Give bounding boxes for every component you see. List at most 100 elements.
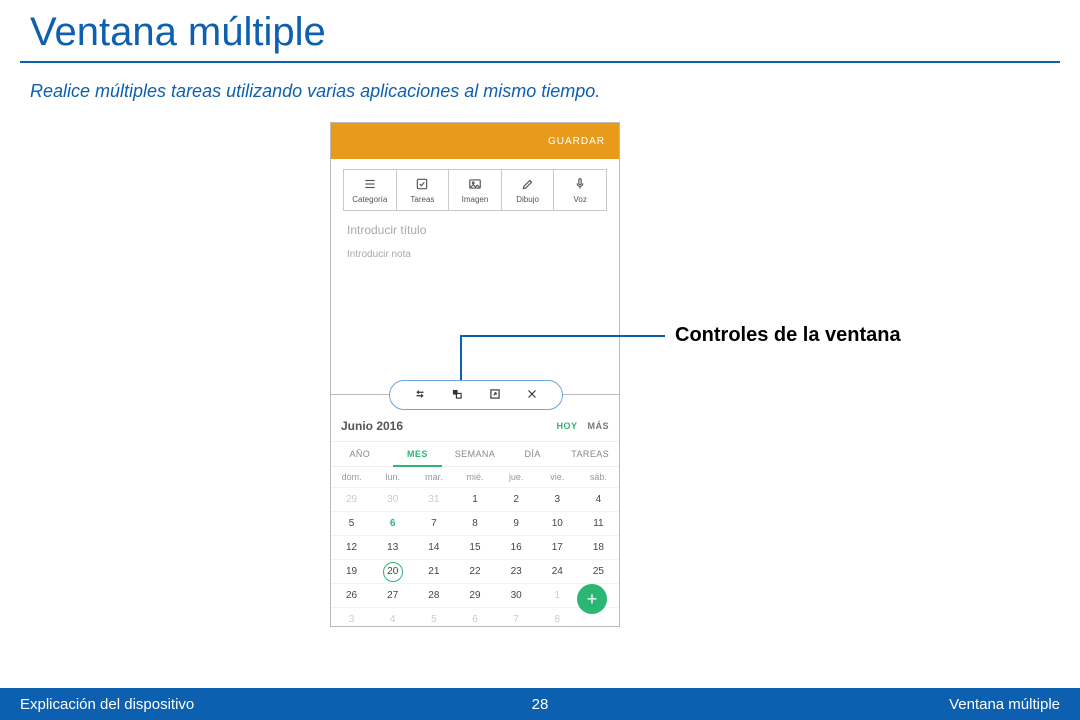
- calendar-app: Junio 2016 HOY MÁS AÑOMESSEMANADÍATAREAS…: [331, 411, 619, 626]
- footer-section: Explicación del dispositivo: [20, 696, 194, 713]
- calendar-day[interactable]: 13: [372, 536, 413, 559]
- dow-label: sáb.: [578, 467, 619, 487]
- calendar-tab[interactable]: AÑO: [331, 442, 389, 466]
- tool-tasks[interactable]: Tareas: [397, 170, 450, 210]
- list-icon: [363, 177, 377, 193]
- calendar-day[interactable]: 23: [496, 560, 537, 583]
- calendar-day[interactable]: 4: [578, 488, 619, 511]
- tool-drawing[interactable]: Dibujo: [502, 170, 555, 210]
- calendar-day[interactable]: 10: [537, 512, 578, 535]
- tool-image[interactable]: Imagen: [449, 170, 502, 210]
- dow-label: lun.: [372, 467, 413, 487]
- calendar-day[interactable]: 6: [372, 512, 413, 535]
- divider-line: [331, 394, 389, 395]
- calendar-day[interactable]: 11: [578, 512, 619, 535]
- notes-toolbar: Categoría Tareas Imagen: [343, 169, 607, 211]
- note-title-field[interactable]: Introducir título: [331, 217, 619, 243]
- calendar-row: 262728293012: [331, 583, 619, 607]
- calendar-day[interactable]: 21: [413, 560, 454, 583]
- close-icon[interactable]: [525, 387, 539, 404]
- calendar-day[interactable]: 18: [578, 536, 619, 559]
- calendar-day: 31: [413, 488, 454, 511]
- calendar-day[interactable]: 24: [537, 560, 578, 583]
- calendar-month-label[interactable]: Junio 2016: [341, 419, 546, 433]
- add-event-fab[interactable]: +: [577, 584, 607, 614]
- page-number: 28: [532, 696, 549, 713]
- callout-connector: [460, 335, 462, 380]
- calendar-day[interactable]: 2: [496, 488, 537, 511]
- calendar-day[interactable]: 30: [496, 584, 537, 607]
- calendar-day: 30: [372, 488, 413, 511]
- calendar-day[interactable]: 22: [454, 560, 495, 583]
- calendar-day[interactable]: 12: [331, 536, 372, 559]
- calendar-day[interactable]: 20: [372, 560, 413, 583]
- calendar-row: 12131415161718: [331, 535, 619, 559]
- note-body-field[interactable]: Introducir nota: [331, 243, 619, 266]
- save-button[interactable]: GUARDAR: [548, 136, 605, 147]
- calendar-day[interactable]: 15: [454, 536, 495, 559]
- tool-category[interactable]: Categoría: [344, 170, 397, 210]
- calendar-day[interactable]: 27: [372, 584, 413, 607]
- calendar-dow-row: dom.lun.mar.mié.jue.vie.sáb.: [331, 467, 619, 487]
- device-screenshot: GUARDAR Categoría Tareas: [330, 122, 620, 627]
- calendar-tab[interactable]: MES: [389, 442, 447, 466]
- today-button[interactable]: HOY: [556, 421, 577, 431]
- calendar-day: 29: [331, 488, 372, 511]
- calendar-day: 3: [331, 608, 372, 631]
- more-button[interactable]: MÁS: [588, 421, 610, 431]
- window-controls: [389, 380, 563, 410]
- calendar-row: 19202122232425: [331, 559, 619, 583]
- calendar-day[interactable]: 14: [413, 536, 454, 559]
- tool-label: Imagen: [462, 195, 489, 204]
- calendar-day[interactable]: 19: [331, 560, 372, 583]
- title-divider: [20, 61, 1060, 63]
- dow-label: mié.: [454, 467, 495, 487]
- dow-label: mar.: [413, 467, 454, 487]
- dow-label: vie.: [537, 467, 578, 487]
- calendar-day[interactable]: 28: [413, 584, 454, 607]
- pencil-icon: [521, 177, 535, 193]
- calendar-day[interactable]: 17: [537, 536, 578, 559]
- calendar-day: 8: [537, 608, 578, 631]
- calendar-tab[interactable]: TAREAS: [561, 442, 619, 466]
- calendar-day: 1: [537, 584, 578, 607]
- calendar-day: 4: [372, 608, 413, 631]
- window-handle[interactable]: [331, 380, 619, 410]
- calendar-day[interactable]: 25: [578, 560, 619, 583]
- calendar-view-tabs: AÑOMESSEMANADÍATAREAS: [331, 441, 619, 467]
- calendar-day[interactable]: 1: [454, 488, 495, 511]
- calendar-day: 6: [454, 608, 495, 631]
- calendar-day[interactable]: 16: [496, 536, 537, 559]
- calendar-row: 2930311234: [331, 487, 619, 511]
- calendar-tab[interactable]: SEMANA: [446, 442, 504, 466]
- swap-icon[interactable]: [413, 387, 427, 404]
- divider-line: [563, 394, 619, 395]
- page-title: Ventana múltiple: [0, 0, 1080, 61]
- tool-label: Voz: [574, 195, 587, 204]
- tool-label: Dibujo: [516, 195, 539, 204]
- notes-app-header: GUARDAR: [331, 123, 619, 159]
- calendar-grid: 2930311234567891011121314151617181920212…: [331, 487, 619, 631]
- page-subtitle: Realice múltiples tareas utilizando vari…: [0, 81, 1080, 122]
- calendar-row: 345678: [331, 607, 619, 631]
- calendar-row: 567891011: [331, 511, 619, 535]
- calendar-day[interactable]: 3: [537, 488, 578, 511]
- dow-label: jue.: [496, 467, 537, 487]
- footer-topic: Ventana múltiple: [949, 696, 1060, 713]
- tool-voice[interactable]: Voz: [554, 170, 606, 210]
- image-icon: [468, 177, 482, 193]
- tool-label: Tareas: [410, 195, 434, 204]
- calendar-day: 7: [496, 608, 537, 631]
- calendar-day[interactable]: 5: [331, 512, 372, 535]
- calendar-day[interactable]: 26: [331, 584, 372, 607]
- calendar-day: 5: [413, 608, 454, 631]
- drag-content-icon[interactable]: [450, 387, 464, 404]
- microphone-icon: [573, 177, 587, 193]
- calendar-day[interactable]: 9: [496, 512, 537, 535]
- expand-icon[interactable]: [488, 387, 502, 404]
- callout-label: Controles de la ventana: [675, 324, 901, 347]
- calendar-tab[interactable]: DÍA: [504, 442, 562, 466]
- calendar-day[interactable]: 8: [454, 512, 495, 535]
- calendar-day[interactable]: 7: [413, 512, 454, 535]
- calendar-day[interactable]: 29: [454, 584, 495, 607]
